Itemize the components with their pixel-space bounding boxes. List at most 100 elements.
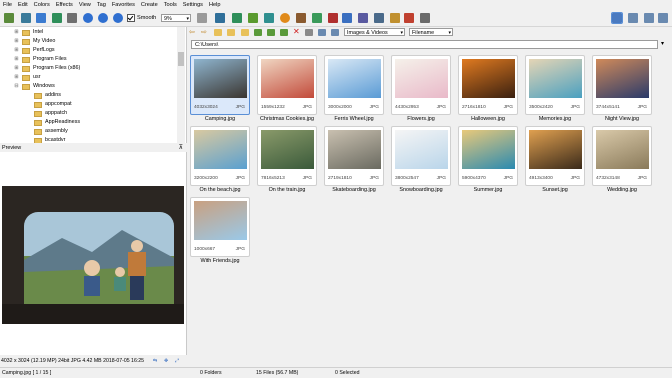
print-icon[interactable] bbox=[390, 13, 400, 23]
view-viewer-icon[interactable] bbox=[644, 13, 654, 23]
view-fullscreen-icon[interactable] bbox=[658, 13, 668, 23]
sort-select[interactable]: Filename ▾ bbox=[409, 28, 453, 36]
thumbnail-view-icon[interactable] bbox=[331, 29, 339, 36]
thumbnail-item[interactable]: 4032x3024 JPG bbox=[190, 55, 250, 115]
expander-icon[interactable]: ⊞ bbox=[14, 28, 19, 37]
info-icon[interactable] bbox=[67, 13, 77, 23]
tree-item[interactable]: ⊞ PerfLogs bbox=[14, 46, 55, 55]
thumbnail-dimensions: 3500x2420 bbox=[529, 105, 553, 110]
thumbnail-item[interactable]: 4732x3148 JPG bbox=[592, 126, 652, 186]
previous-image-icon[interactable] bbox=[215, 13, 225, 23]
expander-icon[interactable]: ⊞ bbox=[14, 37, 19, 46]
zoom-select[interactable]: 9% ▾ bbox=[161, 14, 191, 22]
batch-icon[interactable] bbox=[312, 13, 322, 23]
path-input[interactable]: C:\Users\ bbox=[191, 40, 658, 49]
copy-to-icon[interactable] bbox=[267, 29, 275, 36]
zoom-out-icon[interactable] bbox=[98, 13, 108, 23]
thumbnail-item[interactable]: 3000x2000 JPG bbox=[324, 55, 384, 115]
thumbnail-item[interactable]: 1000x667 JPG bbox=[190, 197, 250, 257]
expander-icon[interactable]: ⊞ bbox=[14, 73, 19, 82]
path-dropdown-icon[interactable]: ▾ bbox=[661, 40, 664, 47]
tree-item[interactable]: bcastdvr bbox=[26, 136, 65, 143]
slideshow-icon[interactable] bbox=[232, 13, 242, 23]
view-browser-icon[interactable] bbox=[628, 13, 638, 23]
expander-icon[interactable]: ⊞ bbox=[14, 64, 19, 73]
thumbnail-item[interactable]: 3744x5141 JPG bbox=[592, 55, 652, 115]
rotate-right-icon[interactable] bbox=[264, 13, 274, 23]
file-filter-select[interactable]: Images & Videos ▾ bbox=[344, 28, 405, 36]
thumbnail-item[interactable]: 1559x1232 JPG bbox=[257, 55, 317, 115]
tree-item[interactable]: ⊞ Program Files (x86) bbox=[14, 64, 80, 73]
thumbnail-item[interactable]: 3500x2420 JPG bbox=[525, 55, 585, 115]
forward-icon[interactable]: ⇨ bbox=[201, 28, 207, 36]
zoom-reset-icon[interactable] bbox=[113, 13, 123, 23]
effects-icon[interactable] bbox=[296, 13, 306, 23]
new-folder-icon[interactable] bbox=[241, 29, 249, 36]
thumbnail-item[interactable]: 7816x5213 JPG bbox=[257, 126, 317, 186]
tree-item[interactable]: ⊞ My Video bbox=[14, 37, 55, 46]
save-icon[interactable] bbox=[36, 13, 46, 23]
properties-icon[interactable] bbox=[305, 29, 313, 36]
thumbnail-item[interactable]: 3200x2200 JPG bbox=[190, 126, 250, 186]
thumbnail-item[interactable]: 4913x3400 JPG bbox=[525, 126, 585, 186]
prev-icon[interactable]: ⇆ bbox=[153, 357, 157, 366]
email-icon[interactable] bbox=[404, 13, 414, 23]
smooth-toggle[interactable]: Smooth bbox=[127, 14, 156, 22]
tree-item[interactable]: ⊟ Windows bbox=[14, 82, 55, 91]
move-to-icon[interactable] bbox=[280, 29, 288, 36]
expand-icon[interactable]: ⤢ bbox=[175, 357, 179, 366]
thumbnails-icon[interactable] bbox=[21, 13, 31, 23]
expander-icon[interactable]: ⊞ bbox=[14, 46, 19, 55]
menu-item-settings[interactable]: Settings bbox=[180, 0, 206, 11]
tree-scrollbar-thumb[interactable] bbox=[178, 52, 184, 66]
compare-icon[interactable] bbox=[342, 13, 352, 23]
menu-item-file[interactable]: File bbox=[0, 0, 15, 11]
editor-icon[interactable] bbox=[358, 13, 368, 23]
open-folder-icon[interactable] bbox=[4, 13, 14, 23]
up-folder-icon[interactable] bbox=[214, 29, 222, 36]
tree-item[interactable]: ⊞ usr bbox=[14, 73, 41, 82]
menu-item-tools[interactable]: Tools bbox=[161, 0, 180, 11]
thumbnail-item[interactable]: 3800x2547 JPG bbox=[391, 126, 451, 186]
back-icon[interactable]: ⇦ bbox=[189, 28, 195, 36]
menu-item-tag[interactable]: Tag bbox=[94, 0, 109, 11]
expander-icon[interactable]: ⊟ bbox=[14, 82, 19, 91]
menu-item-effects[interactable]: Effects bbox=[53, 0, 76, 11]
menu-item-create[interactable]: Create bbox=[138, 0, 161, 11]
fullscreen-icon[interactable] bbox=[52, 13, 62, 23]
menu-item-colors[interactable]: Colors bbox=[31, 0, 53, 11]
details-view-icon[interactable] bbox=[318, 29, 326, 36]
tree-scrollbar[interactable] bbox=[177, 27, 185, 143]
tree-item[interactable]: appcompat bbox=[26, 100, 72, 109]
thumbnail-item[interactable]: 5900x4370 JPG bbox=[458, 126, 518, 186]
thumbnail-item[interactable]: 2719x1810 JPG bbox=[324, 126, 384, 186]
adjust-colors-icon[interactable] bbox=[280, 13, 290, 23]
menu-item-favorites[interactable]: Favorites bbox=[109, 0, 138, 11]
tree-item[interactable]: AppReadiness bbox=[26, 118, 80, 127]
menu-item-view[interactable]: View bbox=[76, 0, 94, 11]
smooth-checkbox[interactable] bbox=[127, 14, 135, 22]
menu-item-help[interactable]: Help bbox=[206, 0, 224, 11]
thumbnail-item[interactable]: 2716x1810 JPG bbox=[458, 55, 518, 115]
expander-icon[interactable]: ⊞ bbox=[14, 55, 19, 64]
tree-item[interactable]: apppatch bbox=[26, 109, 67, 118]
tree-item[interactable]: ⊞ Program Files bbox=[14, 55, 67, 64]
hand-tool-icon[interactable] bbox=[197, 13, 207, 23]
refresh-icon[interactable] bbox=[254, 29, 262, 36]
screen-capture-icon[interactable] bbox=[374, 13, 384, 23]
tree-item[interactable]: assembly bbox=[26, 127, 68, 136]
favorite-icon[interactable] bbox=[328, 13, 338, 23]
tree-item[interactable]: ⊞ Intel bbox=[14, 28, 43, 37]
rotate-left-icon[interactable] bbox=[248, 13, 258, 23]
folder-icon[interactable] bbox=[227, 29, 235, 36]
pin-icon[interactable]: ⊼ bbox=[179, 144, 183, 152]
tree-item[interactable]: addins bbox=[26, 91, 61, 100]
view-thumbnails-icon[interactable] bbox=[611, 12, 623, 24]
fit-icon[interactable]: ✥ bbox=[164, 357, 168, 366]
thumbnail-item[interactable]: 4430x2953 JPG bbox=[391, 55, 451, 115]
thumbnail-caption: Skateboarding.jpg bbox=[332, 187, 376, 193]
zoom-in-icon[interactable] bbox=[83, 13, 93, 23]
delete-icon[interactable]: ✕ bbox=[293, 27, 300, 36]
menu-item-edit[interactable]: Edit bbox=[15, 0, 31, 11]
settings-icon[interactable] bbox=[420, 13, 430, 23]
